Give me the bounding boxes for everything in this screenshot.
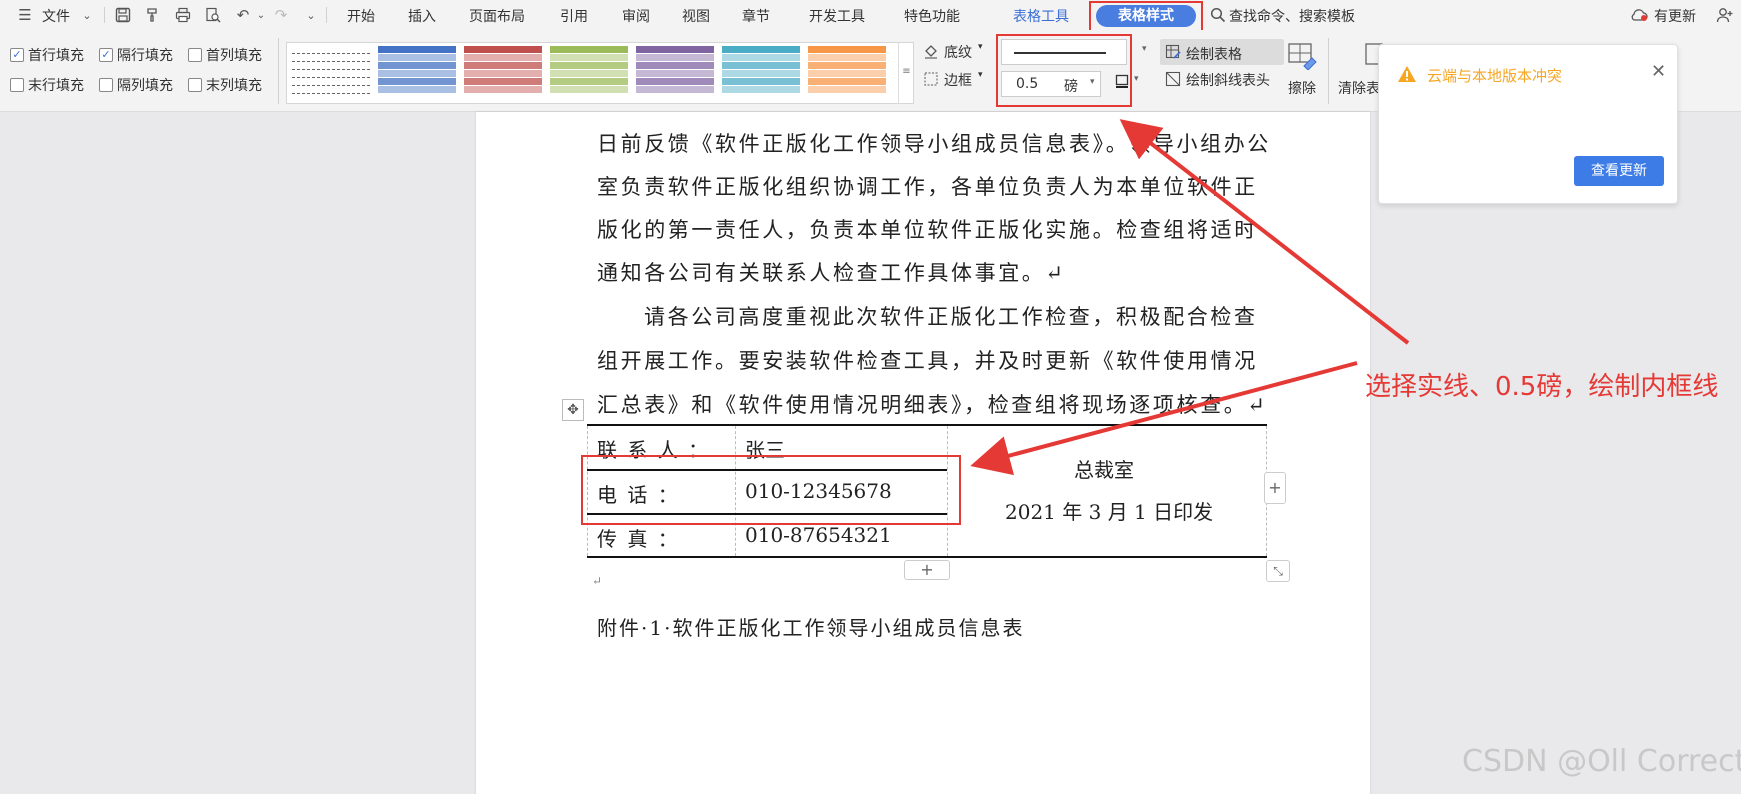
annotation-text: 选择实线、0.5磅，绘制内框线	[1365, 372, 1719, 402]
version-conflict-popup: 云端与本地版本冲突 ✕ 查看更新	[1378, 44, 1678, 204]
warning-icon	[1397, 65, 1417, 83]
watermark-text: CSDN @Oll Correct	[1462, 744, 1741, 779]
close-icon[interactable]: ✕	[1651, 61, 1666, 82]
popup-message: 云端与本地版本冲突	[1427, 67, 1563, 85]
annotation-arrow	[970, 361, 1358, 476]
view-update-button[interactable]: 查看更新	[1574, 156, 1664, 186]
annotation-arrow	[1119, 119, 1410, 345]
